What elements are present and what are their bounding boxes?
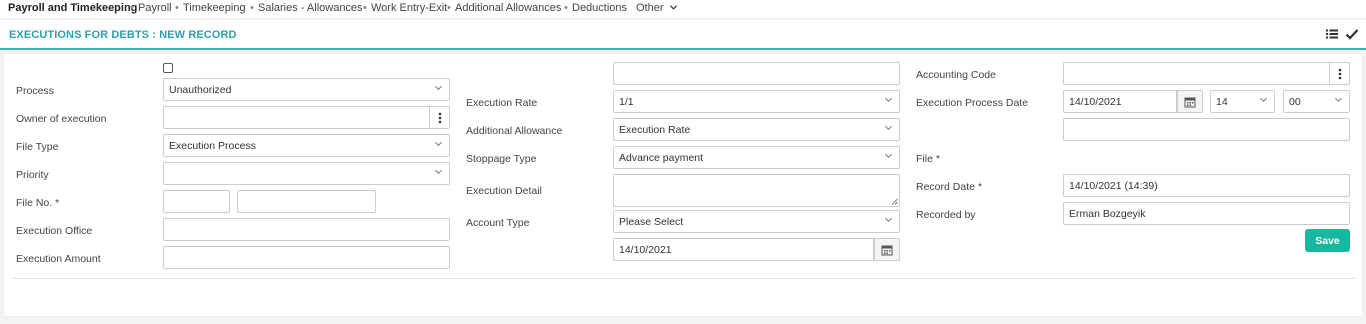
nav-separator: • [250, 2, 254, 14]
nav-item-salaries-allowances[interactable]: Salaries - Allowances [258, 2, 363, 14]
execution-process-hour-select[interactable]: 14 [1210, 90, 1275, 113]
top-nav: Payroll and Timekeeping • Payroll • Time… [0, 0, 1366, 18]
recorded-by-label: Recorded by [916, 209, 976, 221]
record-date-label: Record Date * [916, 181, 982, 193]
account-type-select[interactable]: Please Select [613, 210, 900, 233]
calendar-icon [881, 245, 893, 255]
middle-date-input[interactable]: 14/10/2021 [613, 238, 874, 261]
save-button[interactable]: Save [1305, 229, 1350, 252]
middle-top-input[interactable] [613, 62, 900, 85]
file-no-input[interactable] [237, 190, 376, 213]
right-extra-input[interactable] [1063, 118, 1350, 141]
nav-item-other[interactable]: Other [636, 2, 678, 14]
file-type-value: Execution Process [169, 140, 256, 152]
file-no-label: File No. * [16, 197, 60, 209]
nav-separator: • [363, 2, 367, 14]
check-icon[interactable] [1345, 27, 1359, 41]
execution-rate-select[interactable]: 1/1 [613, 90, 900, 113]
nav-separator: • [175, 2, 179, 14]
middle-date-picker-button[interactable] [874, 238, 900, 261]
accounting-code-label: Accounting Code [916, 69, 996, 81]
additional-allowance-value: Execution Rate [619, 124, 691, 136]
chevron-down-icon [884, 125, 893, 131]
execution-office-input[interactable] [163, 218, 450, 241]
execution-office-label: Execution Office [16, 225, 93, 237]
owner-label: Owner of execution [16, 113, 107, 125]
execution-process-hour-value: 14 [1216, 96, 1228, 108]
more-vertical-icon [1338, 68, 1341, 79]
priority-label: Priority [16, 169, 49, 181]
stoppage-type-select[interactable]: Advance payment [613, 146, 900, 169]
list-icon[interactable] [1325, 27, 1339, 41]
process-label: Process [16, 85, 54, 97]
nav-other-label: Other [636, 2, 664, 14]
execution-process-minute-value: 00 [1289, 96, 1301, 108]
chevron-down-icon [1259, 97, 1268, 103]
execution-detail-label: Execution Detail [466, 185, 542, 197]
middle-date-value: 14/10/2021 [619, 244, 672, 256]
form-card: Process Unauthorized Owner of execution … [4, 54, 1362, 316]
record-date-input[interactable]: 14/10/2021 (14:39) [1063, 174, 1350, 197]
stoppage-type-value: Advance payment [619, 152, 704, 164]
execution-rate-label: Execution Rate [466, 97, 538, 109]
more-vertical-icon [438, 112, 441, 123]
execution-process-minute-select[interactable]: 00 [1283, 90, 1350, 113]
calendar-icon [1184, 97, 1196, 107]
execution-rate-value: 1/1 [619, 96, 634, 108]
account-type-value: Please Select [619, 216, 684, 228]
chevron-down-icon [669, 5, 677, 10]
additional-allowance-label: Additional Allowance [466, 125, 563, 137]
execution-detail-textarea[interactable] [613, 174, 900, 207]
execution-process-date-input[interactable]: 14/10/2021 [1063, 90, 1177, 113]
chevron-down-icon [1334, 97, 1343, 103]
nav-separator: • [447, 2, 451, 14]
owner-input[interactable] [163, 106, 430, 129]
nav-separator: • [130, 2, 134, 14]
execution-amount-label: Execution Amount [16, 253, 101, 265]
nav-item-additional-allowances[interactable]: Additional Allowances [455, 2, 561, 14]
accounting-code-input[interactable] [1063, 62, 1330, 85]
file-label: File * [916, 153, 940, 165]
process-select[interactable]: Unauthorized [163, 78, 450, 101]
execution-process-date-value: 14/10/2021 [1069, 96, 1122, 108]
file-type-select[interactable]: Execution Process [163, 134, 450, 157]
priority-select[interactable] [163, 162, 450, 185]
resize-grip-icon[interactable] [891, 198, 898, 205]
chevron-down-icon [884, 97, 893, 103]
nav-item-payroll[interactable]: Payroll [138, 2, 172, 14]
recorded-by-input[interactable]: Erman Bozgeyik [1063, 202, 1350, 225]
form-divider [12, 278, 1356, 279]
nav-item-timekeeping[interactable]: Timekeeping [183, 2, 246, 14]
nav-item-deductions[interactable]: Deductions [572, 2, 627, 14]
additional-allowance-select[interactable]: Execution Rate [613, 118, 900, 141]
account-type-label: Account Type [466, 217, 530, 229]
chevron-down-icon [434, 169, 443, 175]
record-date-value: 14/10/2021 (14:39) [1069, 180, 1158, 192]
chevron-down-icon [884, 153, 893, 159]
page-title: EXECUTIONS FOR DEBTS : NEW RECORD [9, 29, 237, 41]
stoppage-type-label: Stoppage Type [466, 153, 537, 165]
file-no-prefix-input[interactable] [163, 190, 230, 213]
recorded-by-value: Erman Bozgeyik [1069, 208, 1146, 220]
record-checkbox[interactable] [163, 63, 173, 73]
nav-item-work-entry-exit[interactable]: Work Entry-Exit [371, 2, 447, 14]
execution-process-date-label: Execution Process Date [916, 97, 1029, 109]
execution-process-date-picker-button[interactable] [1177, 90, 1203, 113]
file-type-label: File Type [16, 141, 59, 153]
owner-lookup-button[interactable] [430, 106, 450, 129]
page-header: EXECUTIONS FOR DEBTS : NEW RECORD [0, 20, 1366, 50]
accounting-code-lookup-button[interactable] [1330, 62, 1350, 85]
nav-separator: • [564, 2, 568, 14]
chevron-down-icon [434, 85, 443, 91]
execution-amount-input[interactable] [163, 246, 450, 269]
chevron-down-icon [884, 217, 893, 223]
chevron-down-icon [434, 141, 443, 147]
process-value: Unauthorized [169, 84, 232, 96]
nav-brand[interactable]: Payroll and Timekeeping [8, 2, 137, 14]
